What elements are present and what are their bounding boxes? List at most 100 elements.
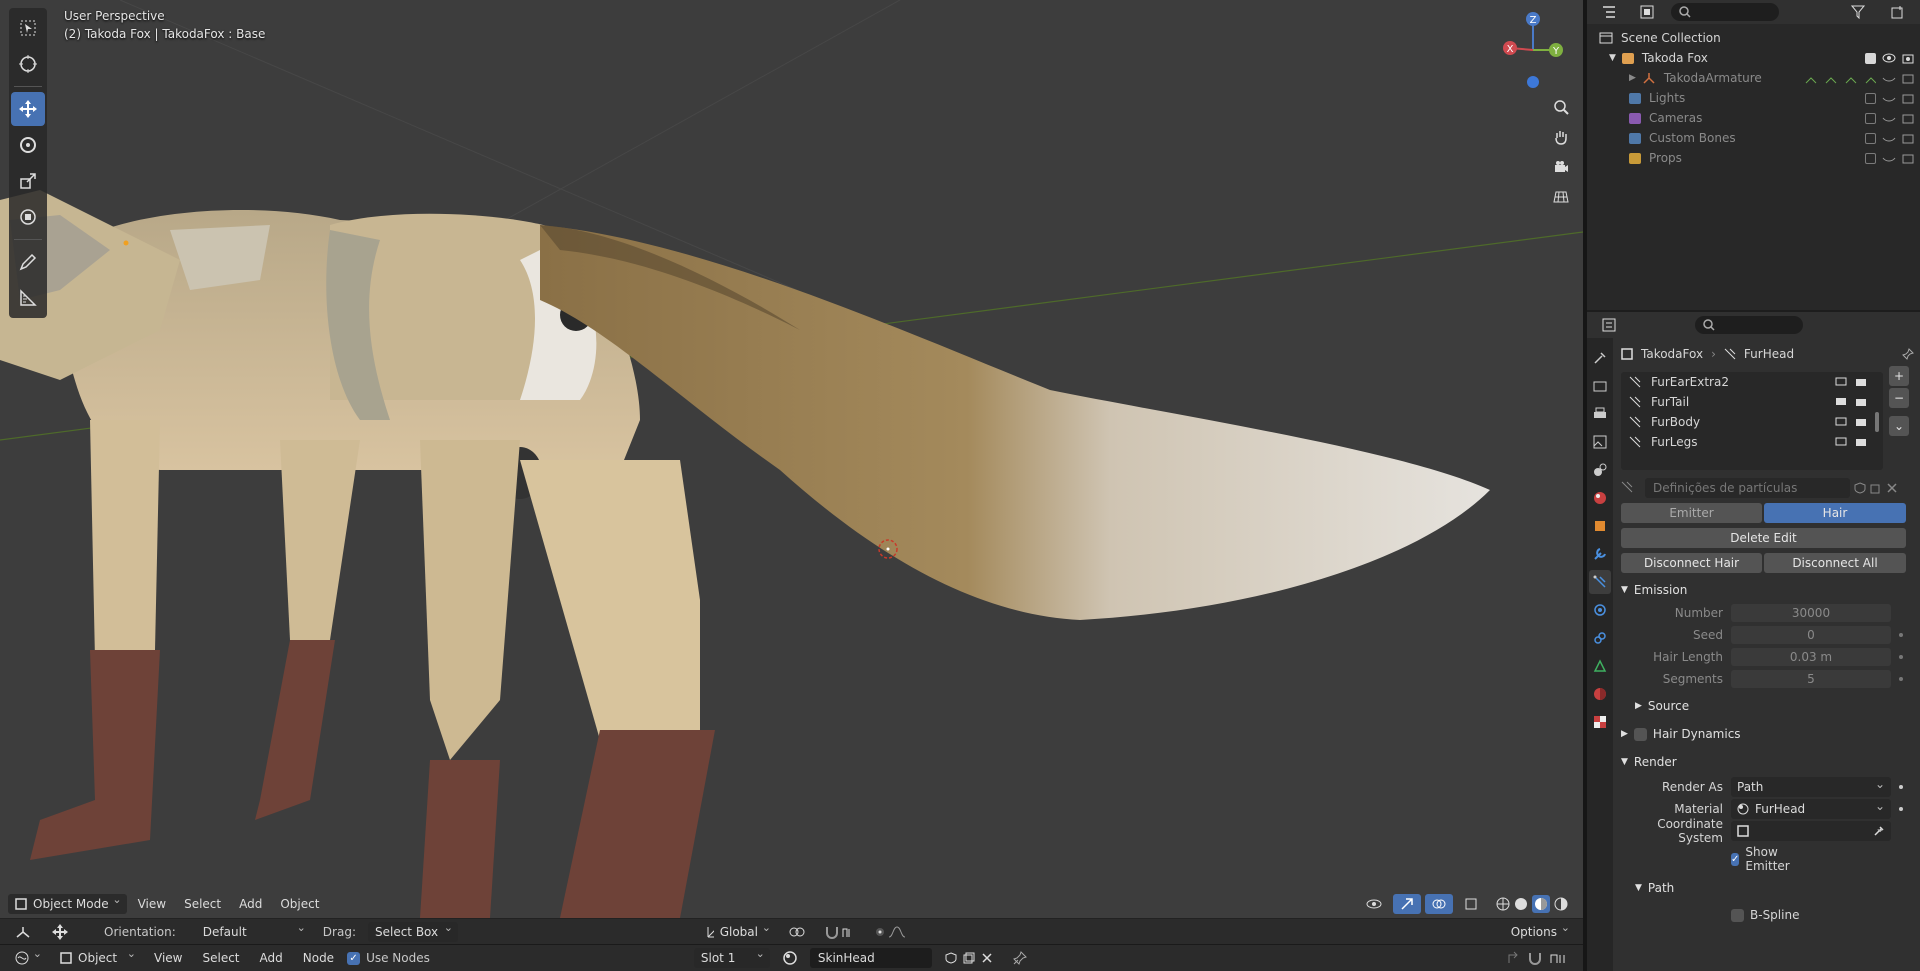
shading-modes[interactable] xyxy=(1489,894,1575,914)
node-menu-view[interactable]: View xyxy=(147,948,189,968)
exclude-checkbox[interactable] xyxy=(1865,52,1876,64)
segments-field[interactable]: 5 xyxy=(1731,670,1891,688)
render-camera-icon[interactable] xyxy=(1855,417,1867,427)
menu-object[interactable]: Object xyxy=(273,894,326,914)
tab-world[interactable] xyxy=(1589,486,1611,510)
outliner-row-cameras[interactable]: Cameras xyxy=(1587,108,1920,128)
overlay-toggle[interactable] xyxy=(1425,894,1453,914)
expand-arrow-icon[interactable]: ▼ xyxy=(1609,53,1616,63)
material-name-field[interactable]: SkinHead xyxy=(809,948,932,968)
tab-view-layer[interactable] xyxy=(1589,430,1611,454)
options-dropdown[interactable]: Options xyxy=(1504,921,1575,942)
eye-closed-icon[interactable] xyxy=(1882,72,1896,84)
keyframe-dot-icon[interactable] xyxy=(1899,785,1903,789)
cursor-tool[interactable] xyxy=(11,47,45,81)
monitor-icon[interactable] xyxy=(1835,437,1847,447)
remove-particle-system-button[interactable]: − xyxy=(1889,388,1909,408)
seed-field[interactable]: 0 xyxy=(1731,626,1891,644)
node-menu-select[interactable]: Select xyxy=(195,948,246,968)
outliner-row-armature[interactable]: ▶ TakodaArmature xyxy=(1587,68,1920,88)
tab-particles[interactable] xyxy=(1589,570,1611,594)
material-actions[interactable] xyxy=(938,948,1000,968)
tab-output[interactable] xyxy=(1589,402,1611,426)
hair-length-field[interactable]: 0.03 m xyxy=(1731,648,1891,666)
eye-icon[interactable] xyxy=(1882,52,1896,64)
hair-dynamics-panel-header[interactable]: ▶ Hair Dynamics xyxy=(1621,723,1914,745)
outliner-row-lights[interactable]: Lights xyxy=(1587,88,1920,108)
material-browse-button[interactable] xyxy=(776,948,804,968)
keyframe-dot-icon[interactable] xyxy=(1899,633,1903,637)
tab-constraints[interactable] xyxy=(1589,626,1611,650)
proportional-edit-toggle[interactable] xyxy=(868,922,912,942)
tab-render[interactable] xyxy=(1589,374,1611,398)
node-menu-node[interactable]: Node xyxy=(296,948,341,968)
bspline-checkbox[interactable] xyxy=(1731,908,1744,922)
keyframe-dot-icon[interactable] xyxy=(1899,677,1903,681)
emitter-button[interactable]: Emitter xyxy=(1621,503,1762,523)
3d-viewport[interactable]: User Perspective (2) Takoda Fox | Takoda… xyxy=(0,0,1583,918)
list-item[interactable]: FurLegs xyxy=(1621,432,1883,452)
list-scrollbar[interactable] xyxy=(1875,412,1879,432)
exclude-checkbox[interactable] xyxy=(1865,132,1876,144)
select-box-tool[interactable] xyxy=(11,11,45,45)
properties-search-input[interactable] xyxy=(1695,316,1803,334)
tab-texture[interactable] xyxy=(1589,710,1611,734)
render-camera-icon[interactable] xyxy=(1855,437,1867,447)
tab-physics[interactable] xyxy=(1589,598,1611,622)
source-subpanel-header[interactable]: ▶ Source xyxy=(1621,695,1914,717)
outliner-search-input[interactable] xyxy=(1671,3,1779,21)
disconnect-hair-button[interactable]: Disconnect Hair xyxy=(1621,553,1762,573)
mode-dropdown[interactable]: Object Mode xyxy=(8,893,127,914)
tab-material[interactable] xyxy=(1589,682,1611,706)
hair-dynamics-checkbox[interactable] xyxy=(1633,727,1647,741)
pan-button[interactable] xyxy=(1548,124,1574,150)
xray-toggle[interactable] xyxy=(1457,894,1485,914)
drag-dropdown[interactable]: Select Box xyxy=(367,921,458,942)
outliner-editor-type[interactable] xyxy=(1595,2,1627,22)
transform-orientation-dropdown[interactable]: Global xyxy=(700,921,776,942)
outliner-row-props[interactable]: Props xyxy=(1587,148,1920,168)
pin-button[interactable] xyxy=(1006,948,1034,968)
show-emitter-checkbox[interactable]: ✓ xyxy=(1731,852,1740,866)
render-camera-icon[interactable] xyxy=(1902,72,1914,84)
snap-dropdown[interactable] xyxy=(818,922,862,942)
close-icon[interactable] xyxy=(1886,482,1898,494)
expand-arrow-icon[interactable]: ▶ xyxy=(1629,73,1636,83)
move-tool[interactable] xyxy=(11,92,45,126)
duplicate-icon[interactable] xyxy=(1870,482,1882,494)
properties-editor-type[interactable] xyxy=(1595,315,1627,335)
scale-tool[interactable] xyxy=(11,164,45,198)
keyframe-dot-icon[interactable] xyxy=(1899,807,1903,811)
monitor-icon[interactable] xyxy=(1835,417,1847,427)
node-editor-type[interactable] xyxy=(8,947,47,968)
eye-closed-icon[interactable] xyxy=(1882,112,1896,124)
eye-closed-icon[interactable] xyxy=(1882,132,1896,144)
pin-icon[interactable] xyxy=(1902,348,1914,360)
node-menu-add[interactable]: Add xyxy=(253,948,290,968)
pivot-dropdown[interactable] xyxy=(782,922,812,942)
move-tool-indicator[interactable] xyxy=(44,922,76,942)
number-field[interactable]: 30000 xyxy=(1731,604,1891,622)
render-camera-icon[interactable] xyxy=(1902,112,1914,124)
emission-panel-header[interactable]: ▼ Emission xyxy=(1621,579,1914,601)
eyedropper-icon[interactable] xyxy=(1873,825,1885,837)
keyframe-dot-icon[interactable] xyxy=(1899,655,1903,659)
filter-dropdown[interactable] xyxy=(1844,2,1878,22)
particle-settings-field[interactable]: Definições de partículas xyxy=(1645,478,1850,498)
coordinate-system-field[interactable] xyxy=(1731,821,1891,841)
monitor-icon[interactable] xyxy=(1835,377,1847,387)
outliner-row-custom-bones[interactable]: Custom Bones xyxy=(1587,128,1920,148)
navigation-gizmo[interactable]: Z X Y xyxy=(1498,8,1568,88)
tab-data[interactable] xyxy=(1589,654,1611,678)
exclude-checkbox[interactable] xyxy=(1865,112,1876,124)
render-camera-icon[interactable] xyxy=(1855,397,1867,407)
exclude-checkbox[interactable] xyxy=(1865,152,1876,164)
zoom-button[interactable] xyxy=(1548,94,1574,120)
list-menu-button[interactable]: ⌄ xyxy=(1889,416,1909,436)
orientation-dropdown[interactable]: Default xyxy=(196,921,311,942)
exclude-checkbox[interactable] xyxy=(1865,92,1876,104)
delete-edit-button[interactable]: Delete Edit xyxy=(1621,528,1906,548)
slot-dropdown[interactable]: Slot 1 xyxy=(693,947,770,968)
add-particle-system-button[interactable]: + xyxy=(1889,366,1909,386)
tab-object[interactable] xyxy=(1589,514,1611,538)
